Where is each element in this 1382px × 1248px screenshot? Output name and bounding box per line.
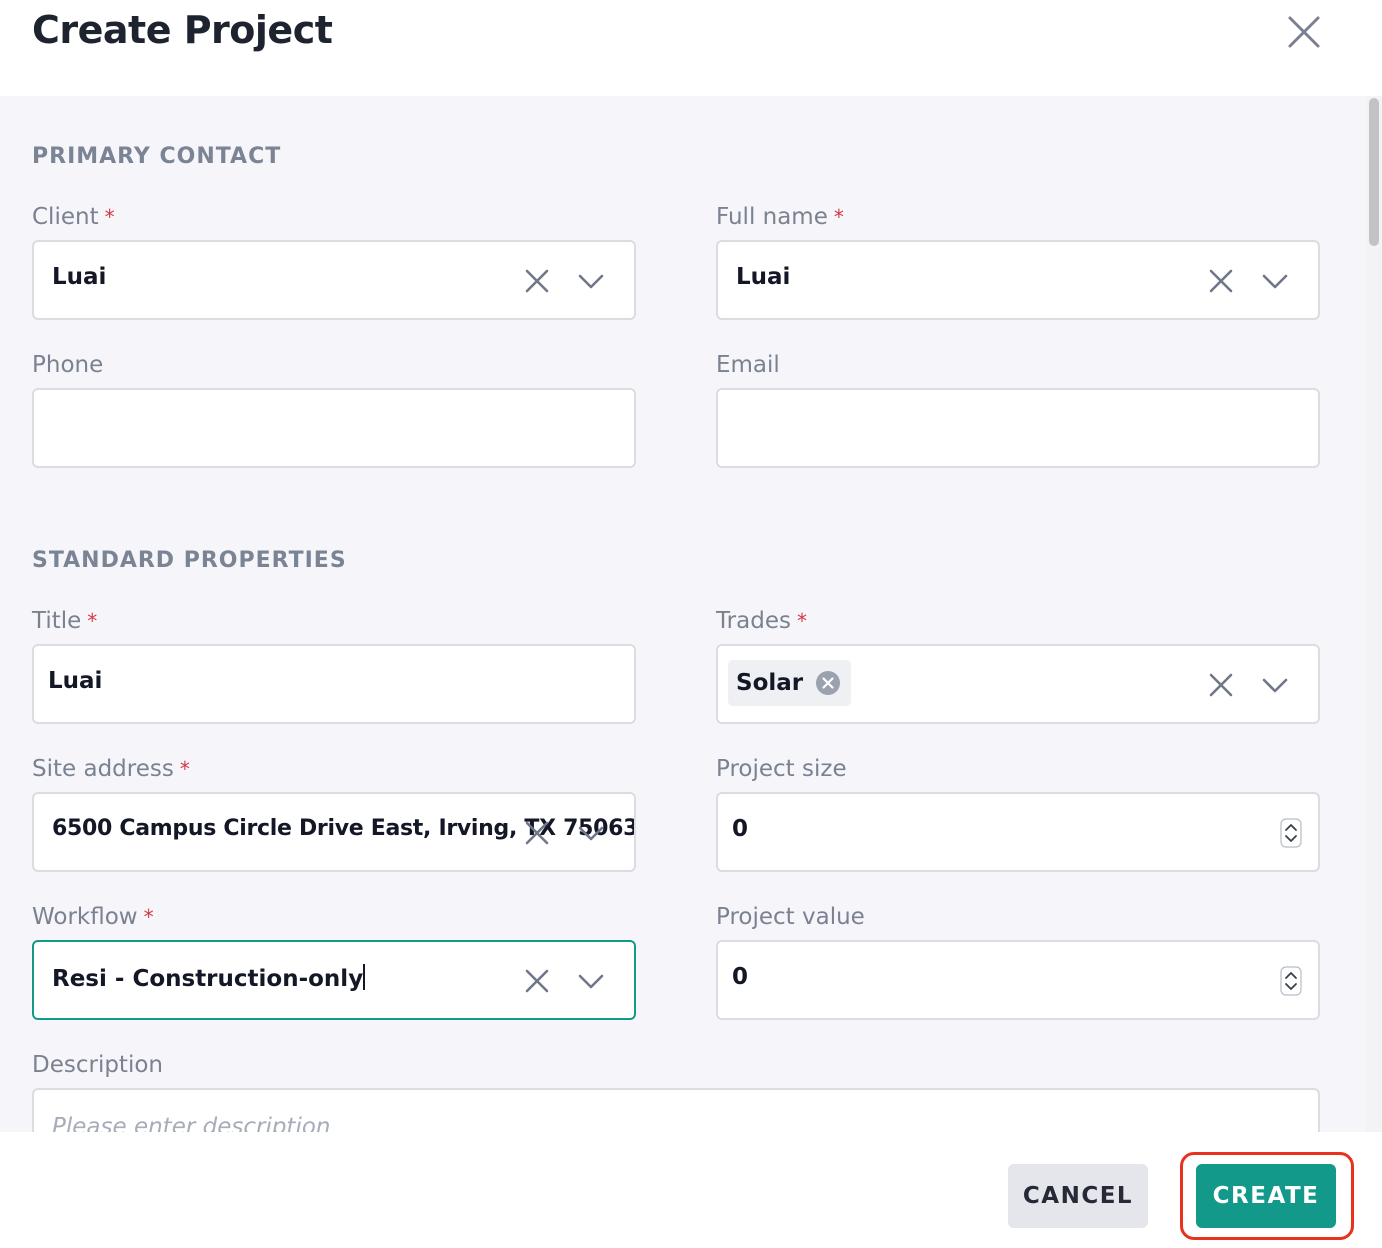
workflow-value: Resi - Construction-only [52, 964, 366, 992]
trade-chip-label: Solar [736, 670, 804, 696]
project-value-value: 0 [732, 964, 749, 990]
phone-input[interactable] [32, 388, 636, 468]
project-value-input[interactable]: 0 [716, 940, 1320, 1020]
chevron-down-icon[interactable] [576, 966, 606, 996]
full-name-select[interactable]: Luai [716, 240, 1320, 320]
title-label: Title * [32, 608, 98, 634]
site-address-select[interactable]: 6500 Campus Circle Drive East, Irving, T… [32, 792, 636, 872]
modal-title: Create Project [32, 8, 333, 52]
workflow-label: Workflow * [32, 904, 154, 930]
clear-icon[interactable] [522, 266, 552, 296]
clear-icon[interactable] [522, 966, 552, 996]
chevron-down-icon[interactable] [576, 818, 606, 848]
clear-icon[interactable] [522, 818, 552, 848]
client-select[interactable]: Luai [32, 240, 636, 320]
clear-icon[interactable] [1206, 266, 1236, 296]
section-title-standard-properties: STANDARD PROPERTIES [32, 548, 347, 573]
title-input[interactable]: Luai [32, 644, 636, 724]
create-button-highlight [1180, 1152, 1354, 1240]
email-label: Email [716, 352, 780, 378]
stepper-icon[interactable] [1280, 818, 1302, 848]
trades-multiselect[interactable]: Solar [716, 644, 1320, 724]
clear-icon[interactable] [1206, 670, 1236, 700]
chip-remove-icon[interactable] [815, 670, 841, 696]
close-icon[interactable] [1284, 12, 1324, 52]
description-textarea[interactable]: Please enter description [32, 1088, 1320, 1132]
full-name-value: Luai [736, 264, 791, 290]
trades-label: Trades * [716, 608, 807, 634]
trade-chip: Solar [728, 660, 852, 706]
stepper-icon[interactable] [1280, 966, 1302, 996]
chevron-down-icon[interactable] [1260, 266, 1290, 296]
section-title-primary-contact: PRIMARY CONTACT [32, 144, 282, 169]
text-caret [363, 964, 366, 990]
form-body: PRIMARY CONTACT Client * Luai Full name * … [0, 96, 1366, 1132]
description-placeholder: Please enter description [52, 1114, 331, 1132]
client-value: Luai [52, 264, 107, 290]
project-size-input[interactable]: 0 [716, 792, 1320, 872]
scrollbar-thumb[interactable] [1369, 98, 1379, 246]
modal-header: Create Project [0, 0, 1382, 96]
client-label: Client * [32, 204, 115, 230]
description-label: Description [32, 1052, 163, 1078]
workflow-select[interactable]: Resi - Construction-only [32, 940, 636, 1020]
cancel-button[interactable]: CANCEL [1008, 1164, 1148, 1228]
email-input[interactable] [716, 388, 1320, 468]
project-size-label: Project size [716, 756, 847, 782]
phone-label: Phone [32, 352, 104, 378]
project-size-value: 0 [732, 816, 749, 842]
chevron-down-icon[interactable] [1260, 670, 1290, 700]
modal-footer: CANCEL CREATE [0, 1132, 1382, 1248]
project-value-label: Project value [716, 904, 865, 930]
full-name-label: Full name * [716, 204, 844, 230]
title-value: Luai [48, 668, 103, 694]
site-address-label: Site address * [32, 756, 190, 782]
chevron-down-icon[interactable] [576, 266, 606, 296]
scrollbar[interactable] [1366, 96, 1382, 1132]
